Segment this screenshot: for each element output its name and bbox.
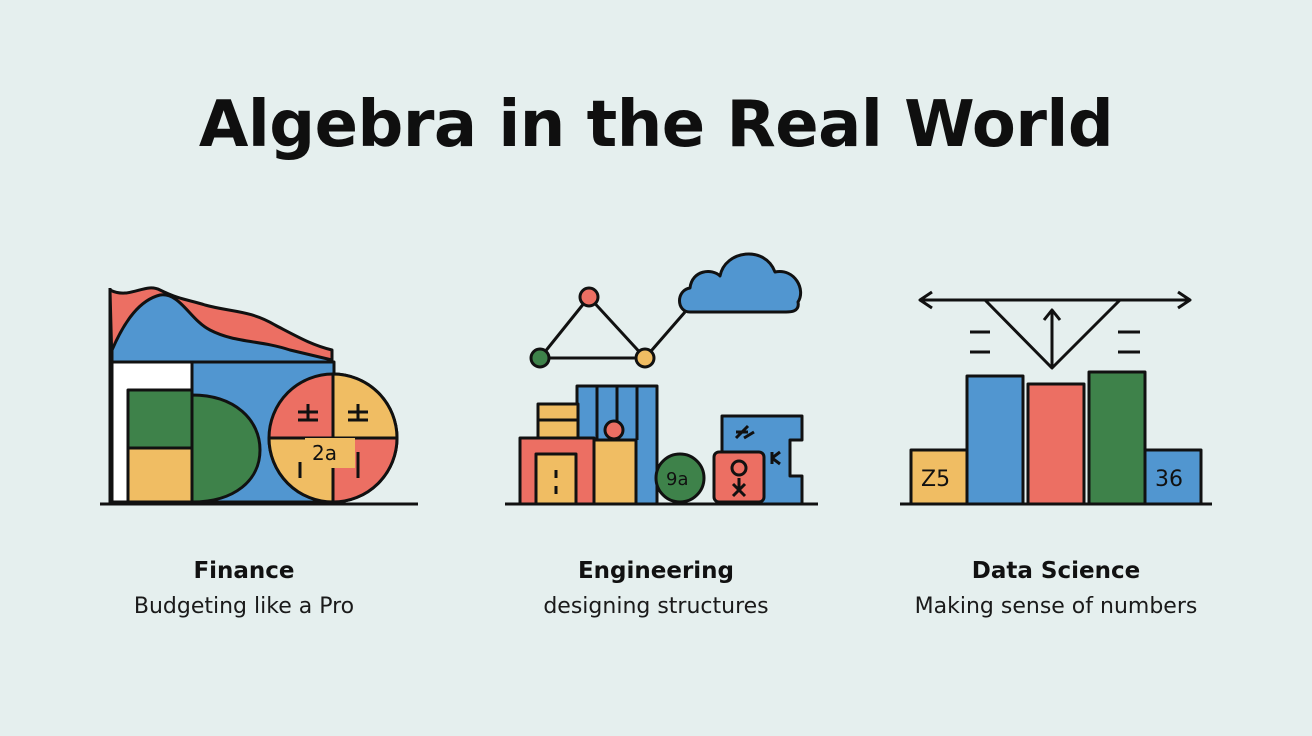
engineering-subtitle: designing structures — [543, 594, 769, 619]
data-science-illustration: Z5 36 — [890, 230, 1230, 530]
engineering-illustration: 9a — [500, 230, 840, 530]
engineering-label: Engineering — [577, 558, 735, 584]
finance-label: Finance — [193, 558, 295, 584]
page-title: Algebra in the Real World — [198, 88, 1114, 162]
data-science-label: Data Science — [971, 558, 1141, 584]
finance-subtitle: Budgeting like a Pro — [133, 594, 355, 619]
finance-chart-icon: 2a — [100, 286, 418, 506]
engineering-circle-text: 9a — [666, 469, 688, 490]
finance-circle-text: 2a — [312, 441, 337, 465]
finance-illustration: 2a — [95, 230, 435, 530]
bar-label-z5: Z5 — [921, 467, 950, 492]
bar-label-36: 36 — [1155, 467, 1183, 492]
data-science-subtitle: Making sense of numbers — [914, 594, 1198, 619]
data-science-bar-chart-icon: Z5 36 — [900, 290, 1212, 506]
engineering-structures-icon: 9a — [505, 252, 818, 506]
